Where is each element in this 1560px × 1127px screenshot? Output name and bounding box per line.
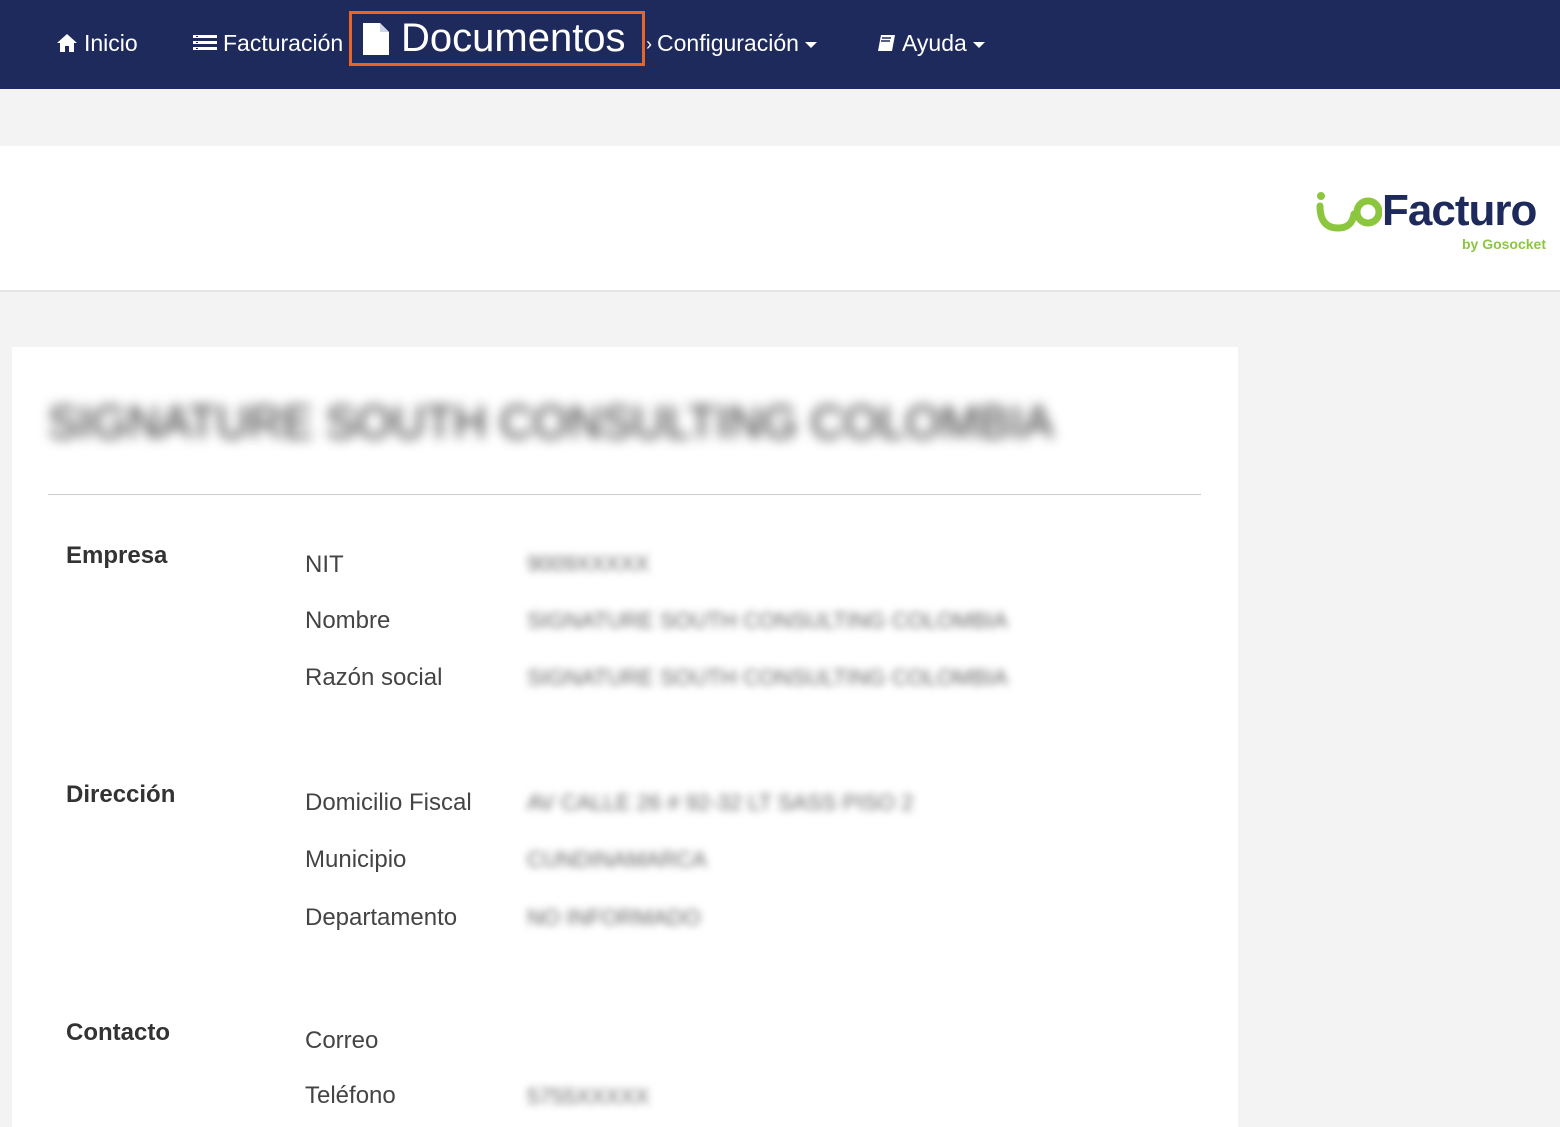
value-domicilio-fiscal: AV CALLE 26 # 92-32 LT SASS PISO 2 <box>527 790 914 815</box>
nav-facturacion[interactable]: Facturación <box>193 26 343 60</box>
nav-inicio[interactable]: Inicio <box>56 26 138 60</box>
value-razon-social: SIGNATURE SOUTH CONSULTING COLOMBIA <box>527 665 1008 690</box>
facturo-logo: Facturo by Gosocket <box>1316 186 1546 256</box>
caret-down-icon <box>972 41 985 48</box>
section-direccion: Dirección <box>66 781 176 808</box>
value-nombre: SIGNATURE SOUTH CONSULTING COLOMBIA <box>527 608 1008 633</box>
title-divider <box>48 494 1201 495</box>
caret-down-icon <box>804 41 817 48</box>
header-band: Facturo by Gosocket <box>0 146 1560 292</box>
nav-configuracion[interactable]: Configuración <box>657 26 817 60</box>
list-icon <box>193 35 217 50</box>
label-razon-social: Razón social <box>305 664 443 691</box>
logo-sub: by Gosocket <box>1461 236 1546 252</box>
nav-inicio-label: Inicio <box>84 29 138 56</box>
book-icon <box>878 35 895 51</box>
nav-documentos[interactable]: Documentos <box>349 11 645 66</box>
label-nombre: Nombre <box>305 607 391 634</box>
value-municipio: CUNDINAMARCA <box>527 847 707 872</box>
nav-separator: › <box>646 34 652 54</box>
section-contacto: Contacto <box>66 1019 170 1046</box>
document-icon <box>363 22 389 55</box>
value-departamento: NO INFORMADO <box>527 905 701 930</box>
label-municipio: Municipio <box>305 846 407 873</box>
company-title: SIGNATURE SOUTH CONSULTING COLOMBIA <box>48 396 1054 448</box>
home-icon <box>57 34 77 52</box>
nav-ayuda-label: Ayuda <box>902 29 967 56</box>
value-telefono: 5755XXXXX <box>527 1084 650 1109</box>
nav-configuracion-label: Configuración <box>657 29 799 56</box>
nav-documentos-label: Documentos <box>401 16 626 60</box>
logo-word: Facturo <box>1382 186 1537 235</box>
label-nit: NIT <box>305 551 344 578</box>
label-departamento: Departamento <box>305 904 458 931</box>
company-card: SIGNATURE SOUTH CONSULTING COLOMBIA Empr… <box>12 347 1238 1127</box>
nav-facturacion-label: Facturación <box>223 29 344 56</box>
logo-mark-icon <box>1316 192 1382 232</box>
label-correo: Correo <box>305 1027 379 1054</box>
section-empresa: Empresa <box>66 542 168 569</box>
top-navbar: Inicio Facturación Documentos › Configur… <box>0 0 1560 89</box>
label-domicilio-fiscal: Domicilio Fiscal <box>305 789 472 816</box>
nav-ayuda[interactable]: Ayuda <box>876 26 985 60</box>
value-nit: 9009XXXXX <box>527 551 650 576</box>
